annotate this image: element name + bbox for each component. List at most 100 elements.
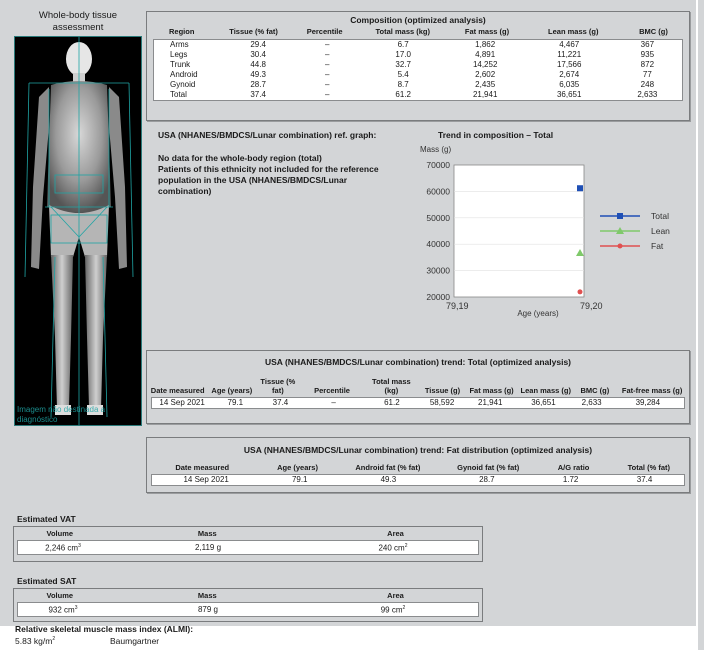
table-cell: 29.4: [223, 40, 293, 50]
table-row: Android 49.3–5.4 2,602 2,674 77: [154, 70, 682, 80]
table-row: 2,246 cm3 2,119 g 240 cm2: [18, 541, 478, 554]
table-row: 932 cm3 879 g 99 cm2: [18, 603, 478, 616]
table-cell: 37.4: [258, 398, 303, 408]
table-cell: 49.3: [339, 475, 438, 485]
col-header: Date measured: [150, 386, 205, 395]
col-header: Android fat (% fat): [355, 463, 421, 472]
table-cell: 37.4: [223, 90, 293, 100]
composition-table: Region Tissue (% fat) Percentile Total m…: [147, 27, 689, 36]
table-cell: 28.7: [437, 475, 537, 485]
vat-table: Volume Mass Area 2,246 cm3 2,119 g 240 c…: [13, 526, 483, 562]
table-cell: –: [292, 80, 362, 90]
col-header: Region: [169, 27, 195, 36]
table-cell: 14 Sep 2021: [152, 475, 261, 485]
reference-line-2: Patients of this ethnicity not included …: [158, 164, 379, 174]
table-cell: 14,252: [444, 60, 526, 70]
table-row: Gynoid 28.7–8.7 2,435 6,035 248: [154, 80, 682, 90]
table-cell: 2,602: [444, 70, 526, 80]
composition-body: Arms 29.4–6.7 1,862 4,467 367 Legs 30.4–17.0 4,…: [153, 39, 683, 101]
table-cell: 367: [612, 40, 682, 50]
table-cell: 39,284: [611, 398, 684, 408]
col-header: Area: [387, 529, 404, 538]
sat-volume: 932 cm3: [18, 603, 108, 616]
y-tick-label: 40000: [426, 239, 450, 249]
col-header: Lean mass (g): [548, 27, 599, 36]
table-cell: –: [292, 60, 362, 70]
reference-line-3: population in the USA (NHANES/BMDCS/Luna…: [158, 175, 348, 185]
table-cell: 44.8: [223, 60, 293, 70]
table-cell: 5.4: [361, 70, 445, 80]
table-row: 14 Sep 2021 79.1 37.4 – 61.2 58,592 21,9…: [152, 398, 684, 408]
table-cell: 8.7: [361, 80, 445, 90]
composition-panel: Composition (optimized analysis) Region …: [146, 11, 690, 121]
dxa-scan-image: Imagem não destinada a diagnóstico: [14, 36, 142, 426]
table-cell: 11,221: [525, 50, 613, 60]
vat-area: 240 cm2: [308, 541, 478, 554]
col-header: Percentile: [314, 386, 350, 395]
almi-value-text: 5.83 kg/m: [15, 636, 53, 646]
table-cell: 14 Sep 2021: [152, 398, 213, 408]
sat-label: Estimated SAT: [17, 576, 77, 586]
region-cell: Total: [154, 90, 224, 100]
table-cell: 58,592: [418, 398, 466, 408]
col-header: Tissue (g): [424, 386, 461, 395]
report-right-edge: [698, 0, 704, 650]
table-cell: 935: [612, 50, 682, 60]
table-cell: 61.2: [361, 90, 445, 100]
y-tick-label: 60000: [426, 186, 450, 196]
trend-fat-panel: USA (NHANES/BMDCS/Lunar combination) tre…: [146, 437, 690, 493]
table-row: Trunk 44.8–32.7 14,252 17,566 872: [154, 60, 682, 70]
scan-watermark: Imagem não destinada a diagnóstico: [17, 405, 106, 424]
y-tick-label: 70000: [426, 160, 450, 170]
col-header: Total mass (kg): [375, 27, 430, 36]
table-cell: 36,651: [525, 90, 613, 100]
region-cell: Trunk: [154, 60, 224, 70]
col-header: Age (years): [277, 463, 318, 472]
col-header: Tissue (% fat): [229, 27, 278, 36]
vat-volume: 2,246 cm3: [18, 541, 108, 554]
table-cell: 4,467: [525, 40, 613, 50]
plot-area: [453, 164, 585, 298]
vat-label: Estimated VAT: [17, 514, 76, 524]
reference-line-1: No data for the whole-body region (total…: [158, 153, 322, 163]
unit-exponent: 2: [402, 605, 406, 611]
table-cell: 872: [612, 60, 682, 70]
legend-label: Total: [651, 211, 669, 221]
col-header: Total mass (kg): [372, 377, 411, 395]
almi-value: 5.83 kg/m2: [15, 636, 55, 646]
col-header: Volume: [46, 529, 74, 538]
col-header: Fat-free mass (g): [621, 386, 683, 395]
table-cell: 6.7: [361, 40, 445, 50]
table-cell: 49.3: [223, 70, 293, 80]
table-cell: 4,891: [444, 50, 526, 60]
reference-line-4: combination): [158, 186, 212, 196]
table-cell: 79.1: [212, 398, 259, 408]
col-header: Mass: [197, 529, 217, 538]
col-header: Age (years): [211, 386, 253, 395]
table-row: 14 Sep 2021 79.1 49.3 28.7 1.72 37.4: [152, 475, 684, 485]
sat-area-value: 99 cm: [380, 605, 403, 615]
col-header: A/G ratio: [557, 463, 590, 472]
trend-fat-title: USA (NHANES/BMDCS/Lunar combination) tre…: [243, 445, 593, 455]
legend-marker: [617, 243, 623, 249]
table-row: Total 37.4–61.2 21,941 36,651 2,633: [154, 90, 682, 100]
almi-method: Baumgartner: [110, 636, 160, 646]
table-cell: 17.0: [361, 50, 445, 60]
region-cell: Legs: [154, 50, 224, 60]
table-cell: 2,435: [444, 80, 526, 90]
table-cell: –: [292, 40, 362, 50]
table-cell: 17,566: [525, 60, 613, 70]
col-header: Mass: [197, 591, 217, 600]
col-header: Fat mass (g): [464, 27, 510, 36]
table-cell: 248: [612, 80, 682, 90]
col-header: Gynoid fat (% fat): [457, 463, 520, 472]
sat-row: 932 cm3 879 g 99 cm2: [17, 602, 479, 617]
composition-title: Composition (optimized analysis): [350, 15, 486, 25]
vat-row: 2,246 cm3 2,119 g 240 cm2: [17, 540, 479, 555]
y-axis-label: Mass (g): [420, 145, 451, 154]
table-cell: 2,633: [612, 90, 682, 100]
col-header: Fat mass (g): [469, 386, 514, 395]
region-cell: Android: [154, 70, 224, 80]
table-cell: 21,941: [465, 398, 516, 408]
col-header: Percentile: [306, 27, 343, 36]
